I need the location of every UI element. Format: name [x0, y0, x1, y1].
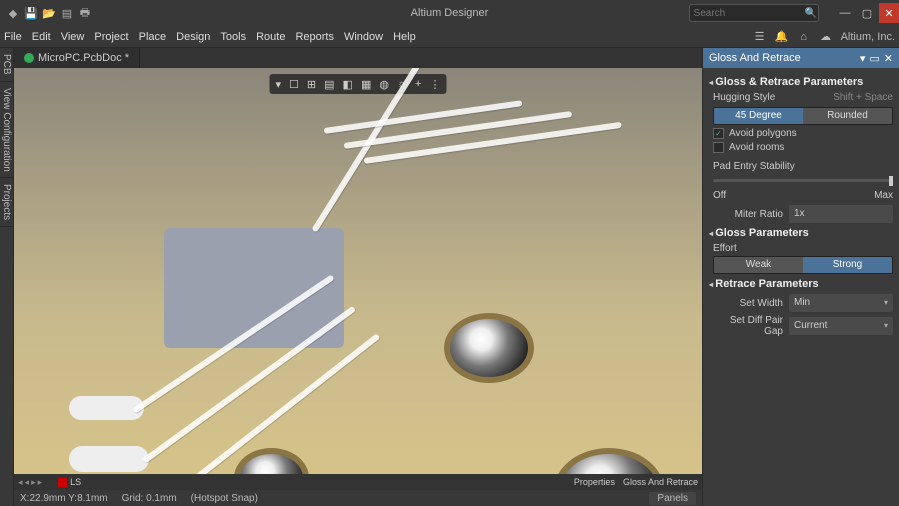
chevron-down-icon: ▾: [884, 294, 888, 312]
panel-header[interactable]: Gloss And Retrace ▾▭ ✕: [703, 48, 899, 68]
notify-icon[interactable]: 🔔: [775, 30, 789, 44]
panels-button[interactable]: Panels: [649, 492, 696, 505]
menu-tools[interactable]: Tools: [220, 31, 246, 43]
effort-strong[interactable]: Strong: [803, 257, 892, 273]
layer-bar: ◂◂▸▸ LS Properties Gloss And Retrace: [14, 474, 702, 490]
status-grid: Grid: 0.1mm: [122, 493, 177, 504]
menu-route[interactable]: Route: [256, 31, 285, 43]
footer-tab-properties[interactable]: Properties: [574, 477, 615, 487]
pcb-3d-view[interactable]: ▾ ☐ ⊞ ▤ ◧ ▦ ◍ ☼ + ⋮: [14, 68, 702, 474]
print-icon[interactable]: 🖶: [78, 6, 92, 20]
layer-nav[interactable]: ◂◂▸▸: [18, 477, 42, 488]
layer-swatch: [58, 478, 67, 487]
gloss-retrace-panel: Gloss And Retrace ▾▭✕ Gloss & Retrace Pa…: [702, 48, 899, 506]
home-icon[interactable]: ⌂: [797, 30, 811, 44]
rail-tab-viewconfig[interactable]: View Configuration: [0, 82, 13, 179]
status-snap: (Hotspot Snap): [191, 493, 258, 504]
doc-status-icon: [24, 53, 34, 63]
menu-place[interactable]: Place: [139, 31, 167, 43]
search-input[interactable]: [689, 4, 819, 22]
effort-label: Effort: [713, 243, 893, 254]
menu-view[interactable]: View: [61, 31, 85, 43]
menu-reports[interactable]: Reports: [295, 31, 334, 43]
pcb-content: [14, 68, 702, 474]
vendor-label[interactable]: Altium, Inc.: [841, 31, 895, 43]
footer-tab-gloss[interactable]: Gloss And Retrace: [623, 477, 698, 487]
hugging-hint: Shift + Space: [833, 92, 893, 103]
hugging-rounded[interactable]: Rounded: [803, 108, 892, 124]
menu-bar: File Edit View Project Place Design Tool…: [0, 26, 899, 48]
rail-tab-pcb[interactable]: PCB: [0, 48, 13, 82]
miter-ratio-input[interactable]: 1x: [789, 205, 893, 223]
menu-project[interactable]: Project: [94, 31, 128, 43]
set-gap-label: Set Diff Pair Gap: [713, 315, 783, 337]
effort-weak[interactable]: Weak: [714, 257, 803, 273]
menu-edit[interactable]: Edit: [32, 31, 51, 43]
menu-design[interactable]: Design: [176, 31, 210, 43]
pad-min: Off: [713, 190, 726, 201]
open-icon[interactable]: 📂: [42, 6, 56, 20]
doc-tab-label: MicroPC.PcbDoc *: [38, 52, 129, 64]
effort-selector: Weak Strong: [713, 256, 893, 274]
close-button[interactable]: ✕: [879, 3, 899, 23]
hugging-label: Hugging Style: [713, 92, 775, 103]
pin-icon[interactable]: ▾: [860, 52, 866, 65]
status-bar: X:22.9mm Y:8.1mm Grid: 0.1mm (Hotspot Sn…: [14, 490, 702, 506]
layer-item[interactable]: LS: [58, 477, 81, 487]
miter-label: Miter Ratio: [713, 209, 783, 220]
menu-help[interactable]: Help: [393, 31, 416, 43]
left-rail: PCB View Configuration Projects: [0, 48, 14, 506]
chevron-down-icon: ▾: [884, 317, 888, 335]
quick-access-toolbar: ◆ 💾 📂 ▤ 🖶: [0, 6, 98, 20]
app-title: Altium Designer: [411, 7, 489, 19]
set-width-label: Set Width: [713, 298, 783, 309]
pad-stability-label: Pad Entry Stability: [713, 161, 893, 172]
document-tabs: MicroPC.PcbDoc *: [14, 48, 702, 68]
close-icon[interactable]: ✕: [884, 52, 893, 65]
pad-max: Max: [874, 190, 893, 201]
rail-tab-projects[interactable]: Projects: [0, 178, 13, 227]
panel-title: Gloss And Retrace: [709, 52, 801, 64]
menu-file[interactable]: File: [4, 31, 22, 43]
set-width-select[interactable]: Min▾: [789, 294, 893, 312]
section-gloss[interactable]: Gloss Parameters: [709, 227, 893, 239]
save-icon[interactable]: 💾: [24, 6, 38, 20]
minimize-button[interactable]: —: [835, 3, 855, 23]
search-icon: 🔍: [805, 8, 817, 19]
dock-icon[interactable]: ▭: [869, 52, 879, 65]
app-icon: ◆: [6, 6, 20, 20]
save-all-icon[interactable]: ▤: [60, 6, 74, 20]
avoid-polygons-check[interactable]: ✓Avoid polygons: [713, 128, 893, 139]
hugging-style-selector: 45 Degree Rounded: [713, 107, 893, 125]
pad-stability-slider[interactable]: [713, 176, 893, 186]
status-coord: X:22.9mm Y:8.1mm: [20, 493, 108, 504]
section-gloss-retrace[interactable]: Gloss & Retrace Parameters: [709, 76, 893, 88]
cloud-icon[interactable]: ☁: [819, 30, 833, 44]
title-bar: ◆ 💾 📂 ▤ 🖶 Altium Designer 🔍 — ▢ ✕: [0, 0, 899, 26]
maximize-button[interactable]: ▢: [857, 3, 877, 23]
share-icon[interactable]: ☰: [753, 30, 767, 44]
menu-window[interactable]: Window: [344, 31, 383, 43]
hugging-45[interactable]: 45 Degree: [714, 108, 803, 124]
avoid-rooms-check[interactable]: Avoid rooms: [713, 142, 893, 153]
layer-name: LS: [70, 477, 81, 487]
section-retrace[interactable]: Retrace Parameters: [709, 278, 893, 290]
set-gap-select[interactable]: Current▾: [789, 317, 893, 335]
doc-tab[interactable]: MicroPC.PcbDoc *: [14, 48, 140, 68]
